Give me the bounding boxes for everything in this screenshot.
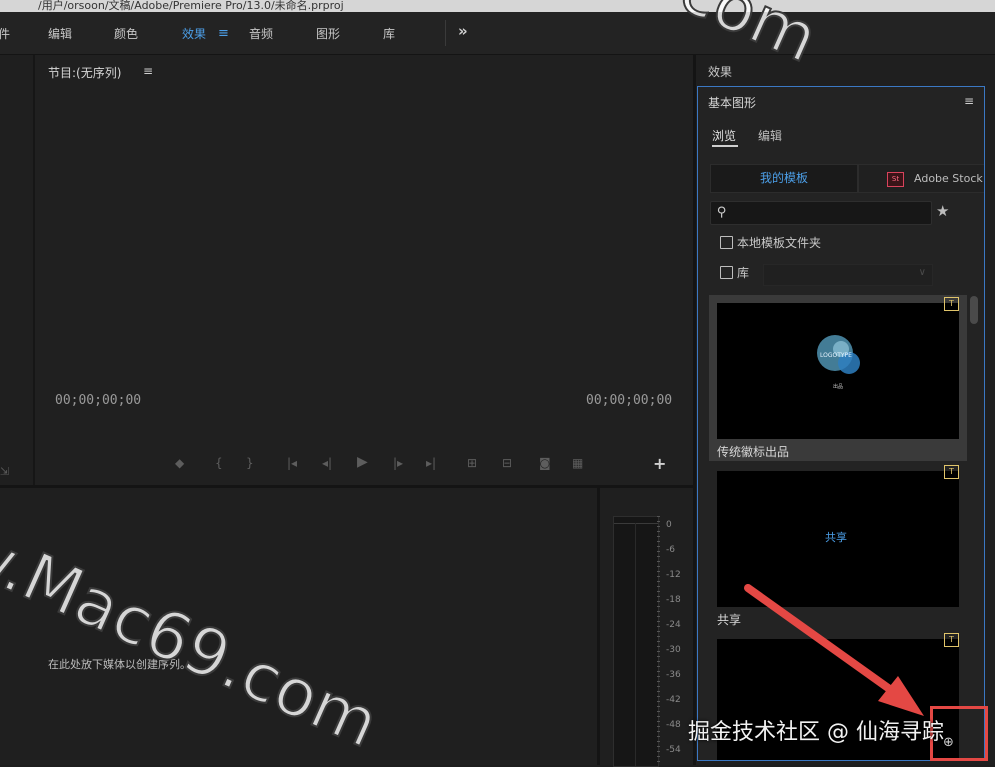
author-credit: 掘金技术社区 @ 仙海寻踪 [688,720,944,745]
